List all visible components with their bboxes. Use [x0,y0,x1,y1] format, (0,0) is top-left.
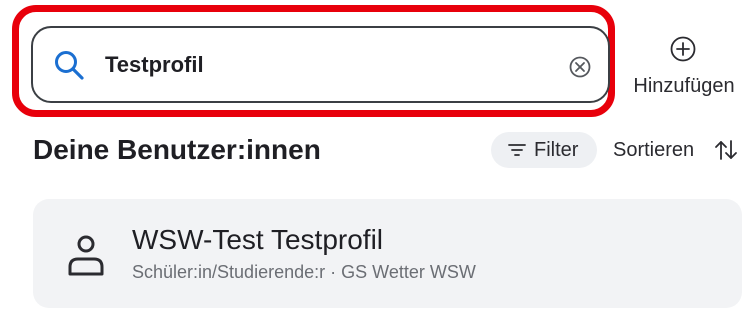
clear-icon[interactable] [568,55,592,79]
user-list-item[interactable]: WSW-Test Testprofil Schüler:in/Studieren… [33,199,742,308]
add-user-label: Hinzufügen [633,75,735,97]
user-school: GS Wetter WSW [341,262,476,282]
sort-label: Sortieren [613,139,695,161]
user-name: WSW-Test Testprofil [132,224,384,255]
sort-button[interactable]: Sortieren [613,132,743,168]
user-role: Schüler:in/Studierende:r [132,262,326,282]
filter-label: Filter [534,139,579,161]
sort-icon [715,140,737,160]
search-icon [55,51,84,80]
search-input[interactable] [105,48,545,82]
add-user-button[interactable]: Hinzufügen [620,33,748,101]
meta-separator: · [330,262,337,282]
user-management-page: Hinzufügen Deine Benutzer:innen Filter S… [0,0,755,320]
section-title: Deine Benutzer:innen [33,134,321,165]
user-meta: Schüler:in/Studierende:r · GS Wetter WSW [132,262,476,283]
person-icon [68,235,104,276]
plus-circle-icon [670,36,696,62]
filter-button[interactable]: Filter [491,132,597,168]
filter-icon [508,144,526,156]
